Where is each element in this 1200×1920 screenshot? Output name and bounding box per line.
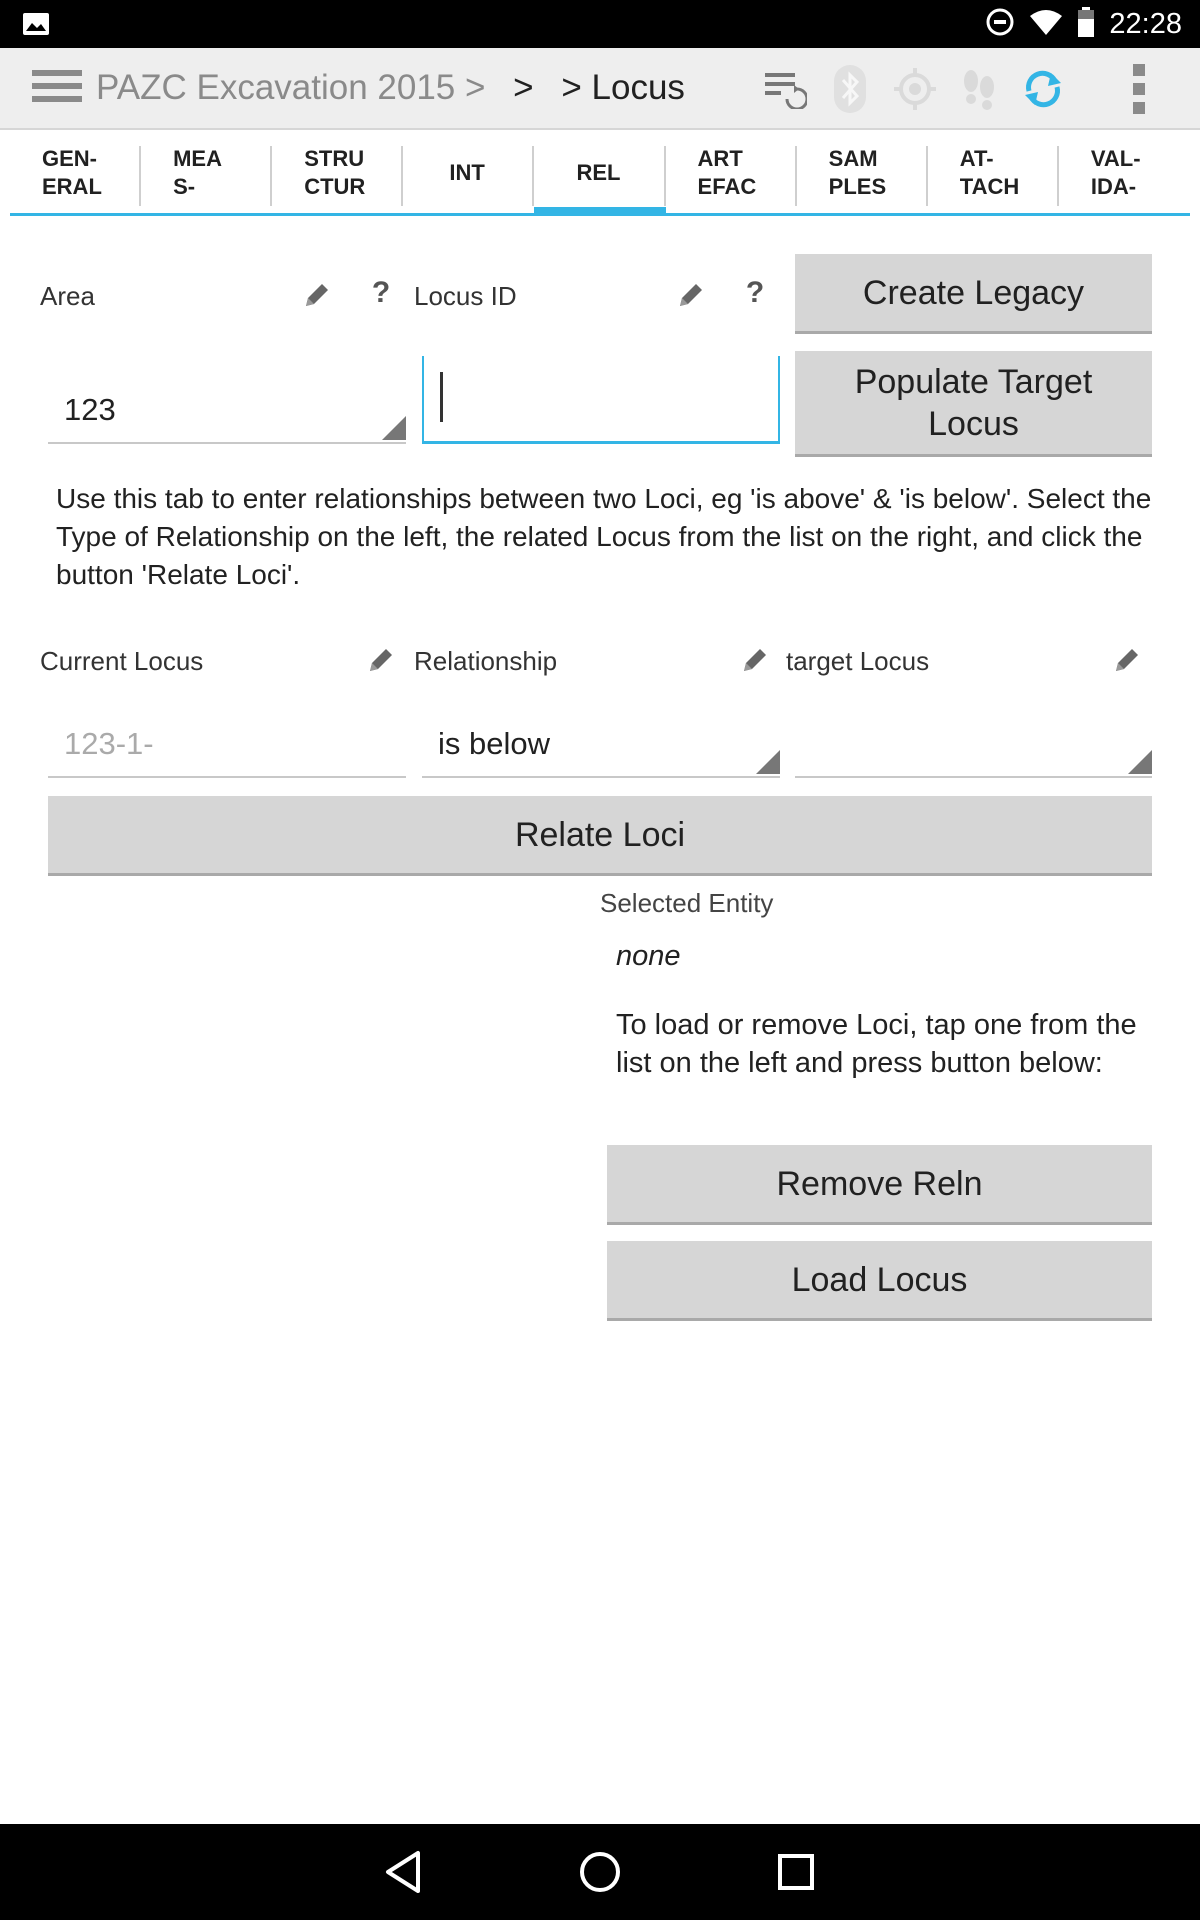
relate-loci-button[interactable]: Relate Loci <box>48 796 1152 876</box>
populate-target-locus-button[interactable]: Populate Target Locus <box>795 351 1152 457</box>
relationship-instructions: Use this tab to enter relationships betw… <box>56 483 1152 590</box>
loci-list[interactable] <box>48 890 588 1390</box>
target-locus-label: target Locus <box>786 646 930 676</box>
current-locus-field[interactable]: 123-1- <box>48 690 406 778</box>
edit-locus-id-icon[interactable] <box>674 278 708 312</box>
tab-interpretation[interactable]: INT <box>403 132 535 213</box>
action-bar: PAZC Excavation 2015 > > > Locus <box>0 48 1200 130</box>
tab-attach[interactable]: AT- TACH <box>928 132 1059 213</box>
tab-relationships[interactable]: REL <box>534 132 666 216</box>
do-not-disturb-icon <box>985 7 1015 42</box>
battery-icon <box>1077 6 1095 42</box>
breadcrumb-current: > Locus <box>561 68 685 107</box>
recents-icon[interactable] <box>768 1844 824 1900</box>
tab-bar: GEN- ERAL MEA S- STRU CTUR INT REL ART EFAC … <box>10 132 1190 216</box>
text-cursor <box>440 372 443 422</box>
sync-settings-icon[interactable] <box>760 64 810 114</box>
dropdown-arrow-icon <box>756 750 780 774</box>
locus-id-input[interactable] <box>422 356 780 444</box>
status-bar: 22:28 <box>0 0 1200 48</box>
locus-id-label: Locus ID <box>414 281 517 311</box>
tab-samples[interactable]: SAM PLES <box>797 132 928 213</box>
breadcrumb: PAZC Excavation 2015 > > > Locus <box>96 68 685 108</box>
bluetooth-icon[interactable] <box>825 64 875 114</box>
load-instructions: To load or remove Loci, tap one from the… <box>616 1009 1137 1079</box>
create-legacy-button[interactable]: Create Legacy <box>795 254 1152 334</box>
relationship-value: is below <box>438 726 550 761</box>
dropdown-arrow-icon <box>1128 750 1152 774</box>
current-locus-placeholder: 123-1- <box>64 726 154 761</box>
tab-artefacts[interactable]: ART EFAC <box>666 132 797 213</box>
tab-measurements[interactable]: MEA S- <box>141 132 273 213</box>
navigation-bar <box>0 1824 1200 1920</box>
edit-area-icon[interactable] <box>300 278 334 312</box>
area-select[interactable]: 123 <box>48 356 406 444</box>
selected-entity-label: Selected Entity <box>600 888 774 918</box>
tracker-icon[interactable] <box>954 64 1004 114</box>
overflow-menu-icon[interactable] <box>1114 64 1164 114</box>
tab-general[interactable]: GEN- ERAL <box>10 132 142 213</box>
image-icon <box>22 12 50 36</box>
area-value: 123 <box>64 392 116 427</box>
home-icon[interactable] <box>572 1844 628 1900</box>
dropdown-arrow-icon <box>382 416 406 440</box>
load-locus-button[interactable]: Load Locus <box>607 1241 1152 1321</box>
remove-reln-button[interactable]: Remove Reln <box>607 1145 1152 1225</box>
wifi-icon <box>1029 8 1063 41</box>
locus-id-help-icon[interactable]: ? <box>738 276 772 310</box>
selected-entity-value: none <box>616 940 681 972</box>
relationship-select[interactable]: is below <box>422 690 780 778</box>
clock: 22:28 <box>1109 7 1182 40</box>
sync-icon[interactable] <box>1018 64 1068 114</box>
breadcrumb-middle[interactable]: > <box>513 68 533 107</box>
gps-icon[interactable] <box>890 64 940 114</box>
area-help-icon[interactable]: ? <box>364 276 398 310</box>
tab-validation[interactable]: VAL- IDA- <box>1059 132 1190 213</box>
target-locus-select[interactable] <box>795 690 1152 778</box>
edit-current-locus-icon[interactable] <box>364 643 398 677</box>
edit-relationship-icon[interactable] <box>738 643 772 677</box>
menu-icon[interactable] <box>32 70 82 110</box>
back-icon[interactable] <box>376 1844 432 1900</box>
relationship-label: Relationship <box>414 646 558 676</box>
tab-structure[interactable]: STRU CTUR <box>272 132 404 213</box>
current-locus-label: Current Locus <box>40 646 204 676</box>
area-label: Area <box>40 281 95 311</box>
edit-target-locus-icon[interactable] <box>1110 643 1144 677</box>
breadcrumb-project[interactable]: PAZC Excavation 2015 > <box>96 68 485 107</box>
